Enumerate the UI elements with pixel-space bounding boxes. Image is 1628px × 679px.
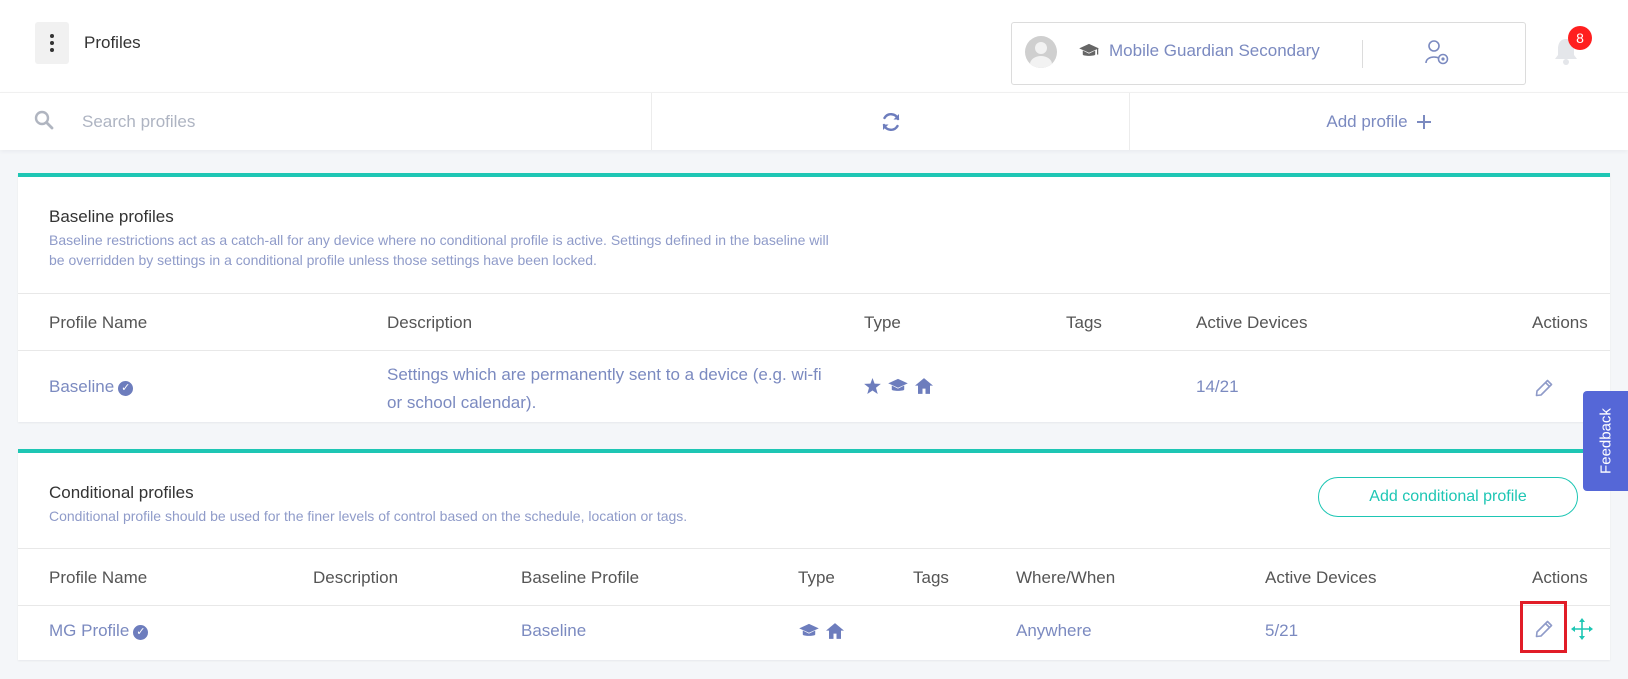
graduation-cap-icon bbox=[888, 378, 908, 391]
card-title: Baseline profiles bbox=[49, 207, 174, 226]
column-header-active-devices: Active Devices bbox=[1265, 568, 1377, 587]
column-header-where-when: Where/When bbox=[1016, 568, 1116, 587]
active-devices: 14/21 bbox=[1196, 377, 1239, 396]
column-header-tags: Tags bbox=[913, 568, 949, 587]
page-title: Profiles bbox=[84, 33, 141, 52]
add-profile-button[interactable]: Add profile bbox=[1130, 93, 1628, 150]
column-header-type: Type bbox=[864, 313, 901, 332]
feedback-label: Feedback bbox=[1597, 408, 1614, 474]
column-header-description: Description bbox=[387, 313, 473, 332]
home-icon bbox=[915, 378, 933, 394]
user-settings-icon[interactable] bbox=[1424, 39, 1450, 67]
vertical-dots-icon bbox=[50, 34, 54, 52]
baseline-profiles-card: Baseline profiles Baseline restrictions … bbox=[18, 173, 1610, 422]
active-devices: 5/21 bbox=[1265, 621, 1299, 640]
card-description: Conditional profile should be used for t… bbox=[49, 508, 688, 524]
add-conditional-profile-button[interactable]: Add conditional profile bbox=[1318, 477, 1578, 517]
search-input[interactable] bbox=[80, 103, 644, 141]
profile-description: Settings which are permanently sent to a… bbox=[387, 365, 822, 412]
check-circle-icon: ✓ bbox=[118, 381, 134, 396]
avatar[interactable] bbox=[1025, 36, 1057, 68]
plus-icon bbox=[1416, 114, 1431, 129]
column-header-actions: Actions bbox=[1532, 313, 1588, 332]
home-icon bbox=[826, 623, 844, 639]
notification-badge: 8 bbox=[1568, 26, 1592, 50]
menu-button[interactable] bbox=[35, 22, 69, 64]
profile-name-link[interactable]: Baseline ✓ bbox=[49, 377, 134, 397]
column-header-profile-name: Profile Name bbox=[49, 313, 148, 332]
action-bar: Add profile bbox=[0, 92, 1628, 150]
top-header: Profiles Mobile Guardian Secondary 8 bbox=[0, 0, 1628, 92]
type-icons bbox=[798, 623, 844, 639]
profile-name-link[interactable]: MG Profile ✓ bbox=[49, 621, 149, 641]
edit-icon[interactable] bbox=[1534, 619, 1554, 639]
divider bbox=[18, 605, 1610, 606]
column-header-baseline-profile: Baseline Profile bbox=[521, 568, 640, 587]
column-header-actions: Actions bbox=[1532, 568, 1588, 587]
refresh-icon bbox=[882, 112, 899, 131]
feedback-tab[interactable]: Feedback bbox=[1583, 391, 1628, 491]
divider bbox=[1362, 40, 1363, 68]
check-circle-icon: ✓ bbox=[133, 625, 149, 640]
column-header-tags: Tags bbox=[1066, 313, 1102, 332]
school-selector[interactable]: Mobile Guardian Secondary bbox=[1011, 22, 1526, 85]
column-header-description: Description bbox=[313, 568, 399, 587]
conditional-profiles-card: Conditional profiles Conditional profile… bbox=[18, 449, 1610, 660]
column-header-type: Type bbox=[798, 568, 835, 587]
card-description: Baseline restrictions act as a catch-all… bbox=[49, 232, 829, 268]
edit-icon[interactable] bbox=[1534, 378, 1554, 398]
school-name[interactable]: Mobile Guardian Secondary bbox=[1109, 41, 1320, 61]
graduation-cap-icon bbox=[1079, 43, 1099, 56]
add-profile-label: Add profile bbox=[1326, 111, 1408, 131]
star-icon bbox=[864, 378, 881, 394]
search-icon bbox=[34, 110, 54, 130]
refresh-button[interactable] bbox=[652, 93, 1129, 150]
type-icons bbox=[864, 378, 933, 394]
profile-name: Baseline bbox=[49, 377, 115, 396]
graduation-cap-icon bbox=[799, 623, 819, 636]
divider bbox=[18, 350, 1610, 351]
move-icon[interactable] bbox=[1571, 618, 1593, 640]
baseline-profile-link[interactable]: Baseline bbox=[521, 621, 586, 641]
divider bbox=[18, 293, 1610, 294]
divider bbox=[18, 548, 1610, 549]
profile-name: MG Profile bbox=[49, 621, 130, 640]
column-header-profile-name: Profile Name bbox=[49, 568, 148, 587]
card-title: Conditional profiles bbox=[49, 483, 194, 502]
column-header-active-devices: Active Devices bbox=[1196, 313, 1308, 332]
where-when: Anywhere bbox=[1016, 621, 1092, 640]
